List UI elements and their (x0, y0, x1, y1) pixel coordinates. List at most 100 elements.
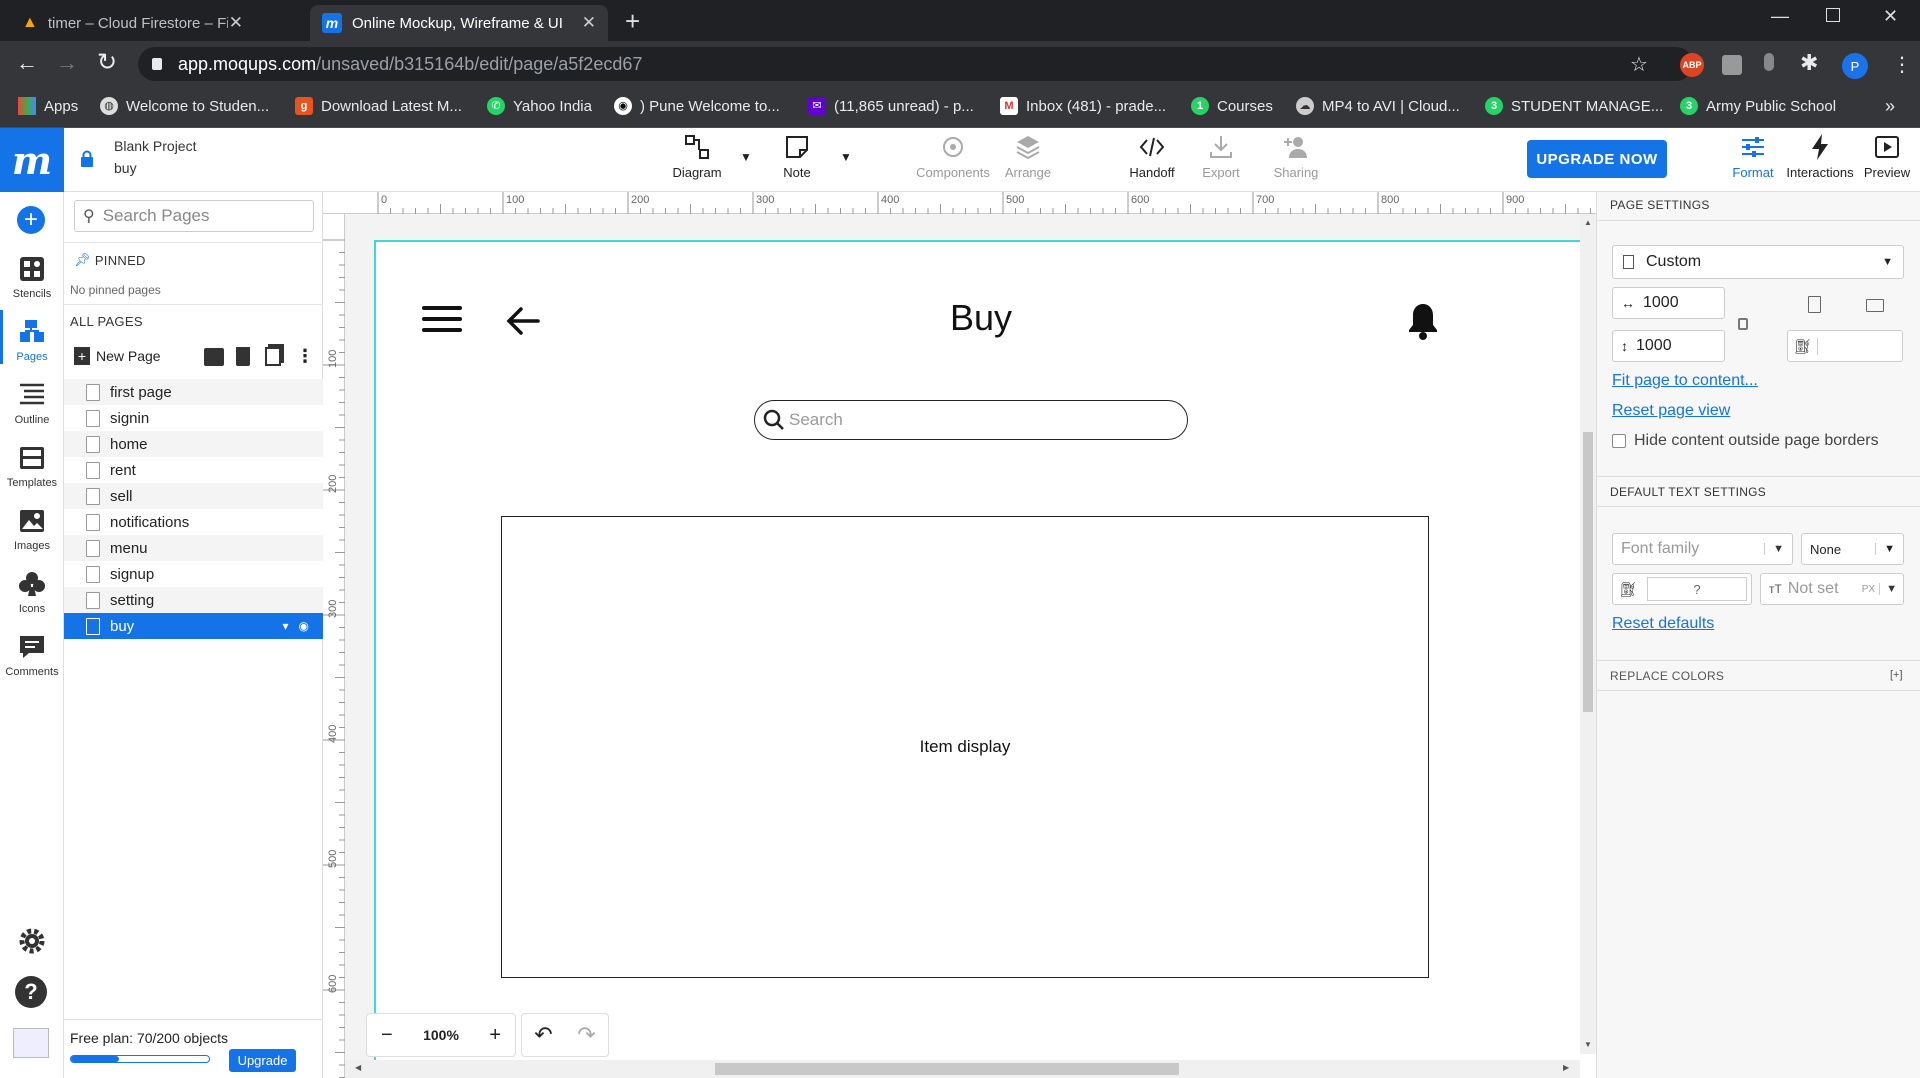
close-tab-icon[interactable]: ✕ (229, 13, 243, 33)
upgrade-plan-button[interactable]: Upgrade (229, 1049, 296, 1072)
bookmark-item[interactable]: 3 Army Public School (1680, 93, 1836, 119)
zoom-out-button[interactable]: − (381, 1024, 393, 1047)
more-bookmarks-button[interactable]: » (1885, 93, 1895, 119)
moqups-logo[interactable]: m (0, 128, 64, 192)
hide-outside-checkbox[interactable]: Hide content outside page borders (1612, 432, 1879, 450)
bookmark-item[interactable]: g Download Latest M... (295, 93, 462, 119)
fit-page-link[interactable]: Fit page to content... (1612, 372, 1758, 390)
lock-aspect-icon[interactable] (1738, 318, 1748, 330)
scroll-thumb[interactable] (715, 1063, 1179, 1075)
rail-pages[interactable]: Pages (0, 317, 64, 363)
browser-tab-firebase[interactable]: ▲ timer – Cloud Firestore – Firebas ✕ (10, 5, 255, 41)
new-tab-button[interactable]: + (625, 8, 640, 34)
new-page-button[interactable]: + New Page (74, 347, 161, 365)
reset-defaults-link[interactable]: Reset defaults (1612, 615, 1714, 633)
page-fill-color-picker[interactable]: ⛽︎ (1787, 330, 1903, 362)
handoff-tool-button[interactable]: Handoff (1117, 132, 1187, 180)
bookmark-item[interactable]: ◍ Welcome to Studen... (100, 93, 269, 119)
minimize-icon[interactable]: — (1771, 6, 1789, 27)
mockup-page[interactable]: Buy Search Item display (374, 240, 1580, 1078)
bookmark-item[interactable]: ✆ Yahoo India (487, 93, 592, 119)
diagram-tool-button[interactable]: Diagram (662, 132, 732, 180)
adblock-extension-icon[interactable]: ABP (1680, 53, 1704, 77)
bookmark-item[interactable]: ☁ MP4 to AVI | Cloud... (1296, 93, 1460, 119)
page-height-input[interactable]: ↕ 1000 (1612, 330, 1725, 362)
duplicate-icon[interactable] (265, 347, 281, 366)
reset-page-view-link[interactable]: Reset page view (1612, 402, 1730, 420)
arrange-tool-button[interactable]: Arrange (993, 132, 1063, 180)
expand-toggle[interactable]: [+] (1890, 669, 1903, 681)
preview-button[interactable]: Preview (1852, 132, 1920, 180)
sharing-tool-button[interactable]: Sharing (1261, 132, 1331, 180)
landscape-orientation-icon[interactable] (1866, 299, 1884, 312)
rail-images[interactable]: Images (0, 506, 64, 552)
browser-menu-icon[interactable]: ⋮ (1892, 52, 1912, 77)
maximize-icon[interactable] (1826, 8, 1840, 22)
upgrade-now-button[interactable]: UPGRADE NOW (1527, 140, 1667, 178)
reload-icon[interactable]: ↻ (97, 48, 117, 77)
components-tool-button[interactable]: Components (916, 132, 990, 180)
puzzle-extensions-icon[interactable]: ✱ (1800, 50, 1818, 76)
page-item-setting[interactable]: setting (64, 587, 323, 613)
more-options-icon[interactable]: ⋮ (296, 346, 314, 367)
redo-icon[interactable]: ↷ (577, 1022, 595, 1048)
font-size-input[interactable]: ᴛT Not set PX ▼ (1760, 573, 1904, 605)
scroll-left-icon[interactable]: ◀ (355, 1063, 361, 1072)
bell-icon[interactable] (1408, 301, 1438, 344)
add-icon[interactable]: + (17, 206, 45, 234)
user-avatar-image[interactable] (13, 1028, 49, 1058)
lock-icon[interactable] (80, 150, 94, 167)
format-panel-button[interactable]: Format (1718, 132, 1788, 180)
scroll-up-icon[interactable]: ▲ (1584, 218, 1592, 227)
page-item-rent[interactable]: rent (64, 457, 323, 483)
page-item-buy[interactable]: buy ▾ ◉ (64, 613, 323, 639)
rail-templates[interactable]: Templates (0, 443, 64, 489)
item-display-box[interactable]: Item display (501, 516, 1429, 978)
scroll-thumb[interactable] (1583, 432, 1593, 712)
profile-avatar[interactable]: P (1842, 53, 1868, 79)
page-item-notifications[interactable]: notifications (64, 509, 323, 535)
page-item-home[interactable]: home (64, 431, 323, 457)
hamburger-menu-icon[interactable] (422, 306, 462, 332)
export-tool-button[interactable]: Export (1186, 132, 1256, 180)
vertical-scrollbar[interactable]: ▲ ▼ (1580, 214, 1596, 1054)
bookmark-item[interactable]: M Inbox (481) - prade... (1000, 93, 1166, 119)
rail-stencils[interactable]: Stencils (0, 254, 64, 300)
bookmark-apps[interactable]: Apps (18, 93, 78, 119)
hide-page-eye-icon[interactable]: ◉ (299, 619, 309, 633)
url-field[interactable]: app.moqups.com/unsaved/b315164b/edit/pag… (138, 47, 1693, 81)
page-item-menu[interactable]: menu (64, 535, 323, 561)
chevron-down-icon[interactable]: ▼ (840, 150, 852, 164)
page-item-signup[interactable]: signup (64, 561, 323, 587)
replace-colors-title[interactable]: REPLACE COLORS (1610, 669, 1724, 683)
mockup-search-input[interactable]: Search (754, 400, 1188, 440)
help-icon[interactable]: ? (15, 976, 47, 1008)
horizontal-scrollbar[interactable]: ◀ ▶ (345, 1060, 1580, 1078)
rail-comments[interactable]: Comments (0, 632, 64, 678)
page-width-input[interactable]: ↔ 1000 (1612, 287, 1725, 319)
text-color-picker[interactable]: ⛽︎ ? (1612, 573, 1752, 605)
browser-tab-moqups[interactable]: m Online Mockup, Wireframe & UI ✕ (310, 5, 608, 41)
close-tab-icon[interactable]: ✕ (582, 13, 596, 33)
rail-icons[interactable]: Icons (0, 569, 64, 615)
scroll-right-icon[interactable]: ▶ (1563, 1063, 1569, 1072)
back-icon[interactable]: ← (16, 50, 38, 76)
project-name[interactable]: Blank Project (114, 138, 196, 154)
page-item-first-page[interactable]: first page (64, 379, 323, 405)
pin-page-icon[interactable]: ▾ (282, 619, 288, 633)
extension-icon[interactable] (1722, 55, 1742, 75)
forward-icon[interactable]: → (56, 50, 78, 76)
zoom-level[interactable]: 100% (423, 1027, 459, 1043)
font-family-select[interactable]: Font family ▼ (1612, 533, 1793, 565)
font-weight-select[interactable]: None ▼ (1801, 533, 1904, 565)
interactions-panel-button[interactable]: Interactions (1785, 132, 1855, 180)
bookmark-item[interactable]: 1 Courses (1191, 93, 1273, 119)
page-size-select[interactable]: Custom ▼ (1612, 245, 1904, 279)
zoom-in-button[interactable]: + (489, 1024, 501, 1047)
portrait-orientation-icon[interactable] (1808, 296, 1821, 313)
settings-gear-icon[interactable] (17, 926, 47, 959)
bookmark-item[interactable]: ◉) Pune Welcome to... (614, 93, 780, 119)
back-arrow-icon[interactable] (506, 306, 540, 339)
undo-icon[interactable]: ↶ (534, 1022, 552, 1048)
page-item-signin[interactable]: signin (64, 405, 323, 431)
